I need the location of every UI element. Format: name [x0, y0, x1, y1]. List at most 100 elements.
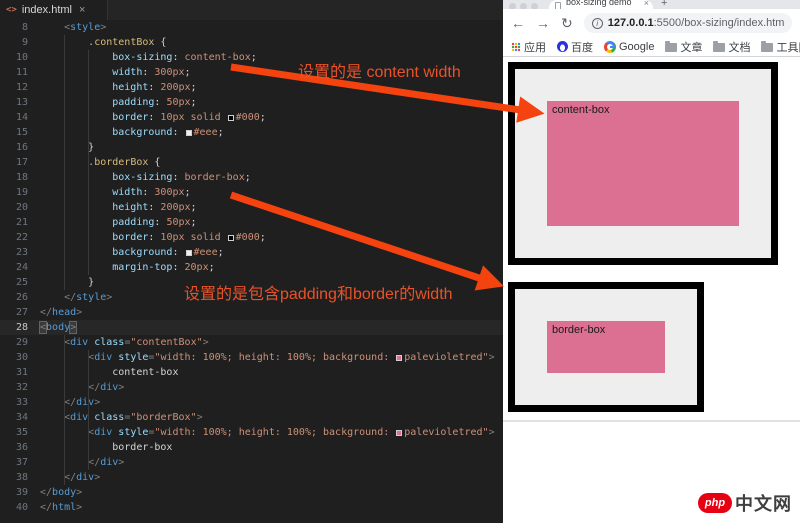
code-line-27: 27 </head>	[0, 305, 503, 320]
forward-icon[interactable]: →	[536, 16, 550, 30]
new-tab-button[interactable]: +	[661, 0, 667, 9]
line-number: 20	[0, 200, 28, 215]
site-info-icon[interactable]: i	[592, 18, 603, 29]
color-swatch	[228, 235, 234, 241]
line-number: 10	[0, 50, 28, 65]
line-number: 25	[0, 275, 28, 290]
bookmark-文章[interactable]: 文章	[665, 39, 702, 55]
bookmark-label: 应用	[524, 39, 546, 55]
line-number: 11	[0, 65, 28, 80]
color-swatch	[228, 115, 234, 121]
bookmarks-bar: 应用 百度 Google 文章 文档工具网站	[503, 37, 800, 57]
code-line-text: background: #eee;	[40, 125, 224, 140]
code-line-14: 14 border: 10px solid #000;	[0, 110, 503, 125]
editor-tab-label: index.html	[22, 4, 72, 16]
indent-guide	[88, 350, 89, 470]
line-number: 26	[0, 290, 28, 305]
code-line-text: </html>	[40, 500, 82, 515]
apps-grid-icon	[511, 42, 521, 52]
editor-tab-index-html[interactable]: <> index.html ×	[0, 0, 108, 20]
bookmark-label: 文档	[728, 39, 750, 55]
code-line-36: 36 border-box	[0, 440, 503, 455]
code-line-34: 34 <div class="borderBox">	[0, 410, 503, 425]
code-line-30: 30 <div style="width: 100%; height: 100%…	[0, 350, 503, 365]
line-number: 27	[0, 305, 28, 320]
code-line-15: 15 background: #eee;	[0, 125, 503, 140]
code-line-text: </style>	[40, 290, 112, 305]
rendered-content-box: content-box	[508, 62, 778, 265]
code-line-32: 32 </div>	[0, 380, 503, 395]
code-line-18: 18 box-sizing: border-box;	[0, 170, 503, 185]
folder-icon	[761, 43, 773, 52]
code-line-23: 23 background: #eee;	[0, 245, 503, 260]
code-area[interactable]: 8 <style>9 .contentBox {10 box-sizing: c…	[0, 20, 503, 515]
browser-tab[interactable]: box-sizing demo ×	[549, 0, 653, 9]
line-number: 22	[0, 230, 28, 245]
folder-icon	[665, 43, 677, 52]
code-line-21: 21 padding: 50px;	[0, 215, 503, 230]
editor-tab-bar: <> index.html ×	[0, 0, 503, 20]
tab-close-icon[interactable]: ×	[644, 0, 649, 8]
indent-guide	[64, 35, 65, 290]
address-bar[interactable]: i 127.0.0.1:5500/box-sizing/index.html	[584, 13, 792, 33]
line-number: 24	[0, 260, 28, 275]
reload-icon[interactable]: ↻	[561, 16, 573, 30]
code-line-37: 37 </div>	[0, 455, 503, 470]
line-number: 13	[0, 95, 28, 110]
code-line-text: <div class="contentBox">	[40, 335, 209, 350]
annotation-note-1: 设置的是 content width	[298, 58, 461, 82]
code-line-text: </div>	[40, 380, 124, 395]
browser-toolbar: ← → ↻ i 127.0.0.1:5500/box-sizing/index.…	[503, 9, 800, 37]
line-number: 30	[0, 350, 28, 365]
line-number: 23	[0, 245, 28, 260]
code-line-28: 28<body>	[0, 320, 503, 335]
code-line-13: 13 padding: 50px;	[0, 95, 503, 110]
tab-close-icon[interactable]: ×	[79, 4, 85, 16]
code-line-text: </div>	[40, 395, 100, 410]
code-line-text: </body>	[40, 485, 82, 500]
php-logo-badge: php	[698, 493, 732, 513]
code-line-text: width: 300px;	[40, 185, 191, 200]
line-number: 32	[0, 380, 28, 395]
code-line-text: .borderBox {	[40, 155, 160, 170]
line-number: 28	[0, 320, 28, 335]
code-line-40: 40</html>	[0, 500, 503, 515]
code-line-text: <div style="width: 100%; height: 100%; b…	[40, 350, 495, 365]
code-line-text: <div style="width: 100%; height: 100%; b…	[40, 425, 495, 440]
code-line-8: 8 <style>	[0, 20, 503, 35]
line-number: 39	[0, 485, 28, 500]
bookmark-文档[interactable]: 文档	[713, 39, 750, 55]
code-line-text: border: 10px solid #000;	[40, 230, 266, 245]
indent-guide	[64, 335, 65, 485]
code-line-text: .contentBox {	[40, 35, 166, 50]
url-host: 127.0.0.1	[608, 17, 654, 29]
content-box-inner: content-box	[547, 101, 739, 226]
bookmark-工具网站[interactable]: 工具网站	[761, 39, 800, 55]
bookmark-Google[interactable]: Google	[604, 41, 654, 53]
line-number: 15	[0, 125, 28, 140]
code-line-text: }	[40, 140, 94, 155]
bookmark-label: 文章	[680, 39, 702, 55]
bookmark-label: 百度	[571, 39, 593, 55]
screenshot-root: <> index.html × 8 <style>9 .contentBox {…	[0, 0, 800, 523]
back-icon[interactable]: ←	[511, 16, 525, 30]
bookmark-百度[interactable]: 百度	[557, 39, 593, 55]
code-line-31: 31 content-box	[0, 365, 503, 380]
viewport-bottom-line	[503, 420, 800, 422]
folder-icon	[713, 43, 725, 52]
line-number: 38	[0, 470, 28, 485]
code-line-text: <style>	[40, 20, 106, 35]
phpcn-logo-text: 中文网	[735, 490, 792, 516]
bookmark-应用[interactable]: 应用	[511, 39, 546, 55]
google-g-icon	[604, 41, 616, 53]
code-line-38: 38 </div>	[0, 470, 503, 485]
line-number: 31	[0, 365, 28, 380]
line-number: 21	[0, 215, 28, 230]
code-line-text: border: 10px solid #000;	[40, 110, 266, 125]
browser-tab-title: box-sizing demo	[566, 0, 632, 7]
code-line-text: box-sizing: content-box;	[40, 50, 257, 65]
indent-guide	[88, 50, 89, 275]
html-file-icon: <>	[6, 5, 17, 15]
code-line-text: </head>	[40, 305, 82, 320]
code-line-33: 33 </div>	[0, 395, 503, 410]
